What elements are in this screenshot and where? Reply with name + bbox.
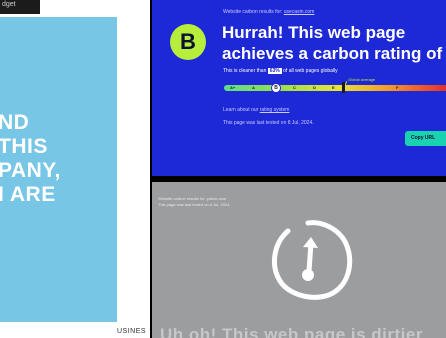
global-average-marker — [342, 82, 345, 93]
scale-letter: D — [313, 85, 316, 90]
scale-letter: F — [396, 85, 399, 90]
bottom-caption: USINES — [117, 325, 150, 338]
scale-letter: A — [252, 85, 255, 90]
quote-line: I ARE — [0, 183, 56, 206]
copy-url-button[interactable]: Copy URL — [405, 131, 446, 146]
grade-badge: B — [170, 24, 206, 60]
quote-card[interactable]: ND THIS PANY, I ARE — [0, 17, 117, 322]
cleaner-suffix: of all web pages globally — [283, 68, 338, 74]
top-text-snippet: dget — [0, 0, 40, 14]
rating-system-link[interactable]: rating system — [260, 107, 290, 113]
results-site-link[interactable]: usecasin.com — [284, 9, 315, 15]
global-average-label: Global average — [348, 77, 376, 82]
results-caption-prefix: Website carbon results for: — [223, 9, 283, 15]
gauge-icon — [271, 220, 353, 300]
scale-letter: E — [332, 85, 335, 90]
dirty-headline: Uh oh! This web page is dirtier — [160, 325, 423, 338]
headline-line-1: Hurrah! This web page — [222, 23, 406, 42]
scale-letter: C — [293, 85, 296, 90]
quote-text: ND THIS PANY, I ARE — [0, 111, 61, 207]
cleaner-than-text: This is cleaner than 63% of all web page… — [223, 68, 338, 74]
scale-letter: A+ — [230, 85, 236, 90]
learn-prefix: Learn about our — [223, 107, 259, 113]
dirty-caption-line-2: This page was last tested on 8 Jul, 2024… — [158, 202, 231, 207]
result-headline: Hurrah! This web page achieves a carbon … — [222, 22, 446, 64]
dirty-caption: Website carbon results for: yahoo.com Th… — [158, 196, 231, 208]
headline-line-2: achieves a carbon rating of B — [222, 44, 446, 63]
last-tested-text: This page was last tested on 8 Jul, 2024… — [223, 120, 314, 126]
cleaner-prefix: This is cleaner than — [223, 68, 267, 74]
learn-rating-text: Learn about our rating system — [223, 107, 289, 113]
results-caption: Website carbon results for: usecasin.com — [223, 9, 314, 15]
quote-line: PANY, — [0, 159, 61, 182]
carbon-result-card[interactable]: Website carbon results for: usecasin.com… — [152, 0, 446, 176]
dirty-result-card[interactable]: Website carbon results for: yahoo.com Th… — [152, 182, 446, 338]
quote-line: THIS — [0, 135, 48, 158]
current-rating-marker: B — [271, 83, 281, 93]
cleaner-percentage: 63% — [267, 68, 282, 74]
rating-scale-bar — [224, 85, 446, 91]
quote-line: ND — [0, 111, 30, 134]
